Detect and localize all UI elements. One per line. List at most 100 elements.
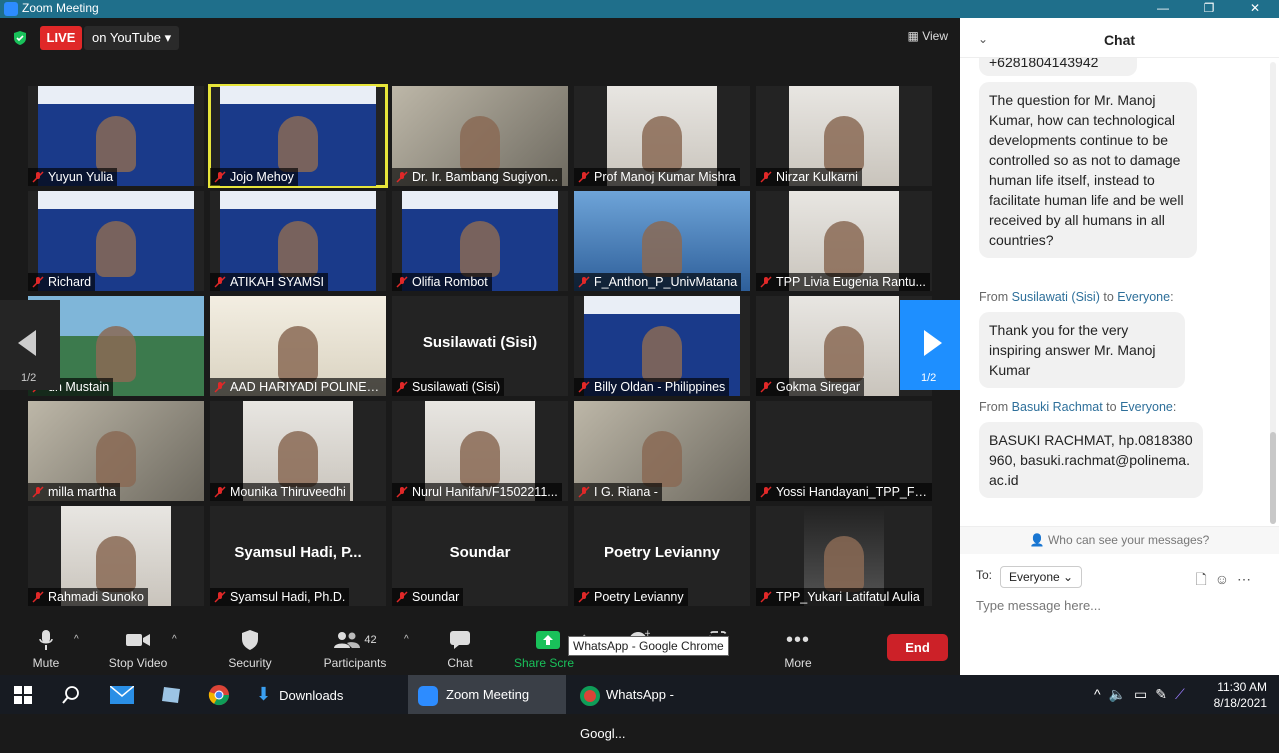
participant-name: Nurul Hanifah/F1502211... [392, 483, 562, 501]
participant-tile[interactable]: Yossi Handayani_TPP_F1... [756, 401, 932, 501]
mail-icon[interactable] [109, 675, 136, 714]
who-can-see-link[interactable]: 👤 Who can see your messages? [960, 533, 1279, 547]
person-icon: 👤 [1029, 533, 1045, 547]
participant-tile[interactable]: TPP Livia Eugenia Rantu... [756, 191, 932, 291]
taskbar-whatsapp-chrome[interactable]: WhatsApp - Googl... [572, 675, 722, 741]
app-icon[interactable] [160, 675, 186, 714]
participants-options-caret-icon[interactable]: ^ [404, 634, 412, 645]
muted-microphone-icon [32, 171, 44, 183]
participant-tile[interactable]: Yuyun Yulia [28, 86, 204, 186]
participant-silhouette [96, 326, 136, 382]
muted-microphone-icon [214, 486, 226, 498]
participant-tile[interactable]: F_Anthon_P_UnivMatana [574, 191, 750, 291]
system-clock[interactable]: 11:30 AM 8/18/2021 [1214, 679, 1267, 711]
chat-message: Thank you for the very inspiring answer … [979, 312, 1185, 388]
chat-scrollbar[interactable] [1270, 62, 1276, 524]
to-word: to [1103, 290, 1114, 304]
participant-name: Gokma Siregar [756, 378, 865, 396]
maximize-button[interactable]: ❐ [1186, 0, 1232, 18]
participant-silhouette [96, 536, 136, 592]
participant-tile[interactable]: Soundar Soundar [392, 506, 568, 606]
participant-tile[interactable]: Olifia Rombot [392, 191, 568, 291]
muted-microphone-icon [32, 591, 44, 603]
chrome-icon[interactable] [208, 675, 234, 714]
participant-silhouette [278, 221, 318, 277]
muted-microphone-icon [396, 381, 408, 393]
participant-tile[interactable]: Mounika Thiruveedhi [210, 401, 386, 501]
participant-name: Prof Manoj Kumar Mishra [574, 168, 740, 186]
video-grid: Yuyun Yulia Jojo Mehoy Dr. Ir. Bambang Sug… [28, 84, 932, 606]
end-meeting-button[interactable]: End [887, 634, 948, 661]
view-button[interactable]: ▦ View [908, 29, 948, 43]
more-options-icon[interactable]: ⋯ [1237, 571, 1259, 587]
search-icon[interactable] [62, 675, 82, 714]
stop-video-label: Stop Video [108, 656, 168, 670]
file-icon[interactable]: 🗋 [1195, 571, 1214, 587]
chat-label: Chat [447, 656, 473, 670]
sender-name[interactable]: Basuki Rachmat [1012, 400, 1103, 414]
participant-tile[interactable]: Richard [28, 191, 204, 291]
scrollbar-thumb[interactable] [1270, 432, 1276, 524]
sender-name[interactable]: Susilawati (Sisi) [1012, 290, 1100, 304]
participant-tile[interactable]: Susilawati (Sisi) Susilawati (Sisi) [392, 296, 568, 396]
participant-tile[interactable]: Nirzar Kulkarni [756, 86, 932, 186]
chat-button[interactable]: Chat [440, 628, 480, 670]
taskbar-downloads[interactable]: ⬇ Downloads [256, 675, 396, 714]
chat-bubble-icon [450, 631, 470, 649]
participant-tile[interactable]: TPP_Yukari Latifatul Aulia [756, 506, 932, 606]
muted-microphone-icon [760, 171, 772, 183]
minimize-button[interactable]: — [1140, 0, 1186, 18]
participant-tile[interactable]: Rahmadi Sunoko [28, 506, 204, 606]
participant-tile[interactable]: Prof Manoj Kumar Mishra [574, 86, 750, 186]
recipient-name[interactable]: Everyone [1117, 290, 1170, 304]
more-button[interactable]: ••• More [780, 628, 816, 671]
more-label: More [784, 656, 812, 670]
previous-page-button[interactable]: 1/2 [0, 300, 60, 390]
stop-video-button[interactable]: Stop Video [104, 628, 172, 670]
participant-tile[interactable]: Jojo Mehoy [208, 84, 388, 188]
muted-microphone-icon [578, 591, 590, 603]
video-options-caret-icon[interactable]: ^ [172, 634, 180, 645]
participant-name: Poetry Levianny [574, 588, 688, 606]
participant-tile[interactable]: I G. Riana - [574, 401, 750, 501]
clock-time: 11:30 AM [1217, 680, 1267, 694]
participant-silhouette [642, 116, 682, 172]
muted-microphone-icon [214, 381, 226, 393]
close-button[interactable]: ✕ [1232, 0, 1278, 18]
start-button[interactable] [14, 675, 38, 714]
stream-destination-dropdown[interactable]: on YouTube ▾ [84, 26, 180, 50]
recipient-name[interactable]: Everyone [1120, 400, 1173, 414]
participant-silhouette [642, 326, 682, 382]
view-label: View [922, 29, 948, 43]
participant-name: Susilawati (Sisi) [392, 378, 505, 396]
emoji-icon[interactable]: ☺ [1215, 571, 1237, 587]
stream-destination-label: on YouTube [92, 30, 161, 45]
next-page-button[interactable]: 1/2 [900, 300, 960, 390]
participant-silhouette [824, 536, 864, 592]
participant-tile[interactable]: Dr. Ir. Bambang Sugiyon... [392, 86, 568, 186]
participant-tile[interactable]: AAD HARIYADI POLINEMA [210, 296, 386, 396]
participant-tile[interactable]: ATIKAH SYAMSI [210, 191, 386, 291]
participant-tile[interactable]: Poetry Levianny Poetry Levianny [574, 506, 750, 606]
participants-button[interactable]: 42 Participants [322, 628, 388, 670]
muted-microphone-icon [214, 591, 226, 603]
participant-tile[interactable]: Syamsul Hadi, P... Syamsul Hadi, Ph.D. [210, 506, 386, 606]
page-indicator-left: 1/2 [21, 372, 37, 384]
system-tray[interactable]: ^🔈▭✎⟋ [1094, 675, 1214, 714]
security-button[interactable]: Security [224, 628, 276, 670]
recipient-dropdown[interactable]: Everyone ⌄ [1000, 566, 1083, 588]
encryption-shield-icon[interactable] [12, 30, 28, 46]
mute-button[interactable]: Mute [28, 628, 64, 670]
participant-tile[interactable]: Nurul Hanifah/F1502211... [392, 401, 568, 501]
participant-tile[interactable]: Billy Oldan - Philippines [574, 296, 750, 396]
meeting-area: LIVE on YouTube ▾ ▦ View Yuyun Yulia Jojo… [0, 18, 960, 675]
participant-tile[interactable]: milla martha [28, 401, 204, 501]
taskbar-zoom-meeting[interactable]: Zoom Meeting [408, 675, 566, 714]
chat-messages: +6281804143942 The question for Mr. Mano… [960, 58, 1270, 528]
chat-message-input[interactable]: Type message here... [976, 598, 1101, 613]
meeting-toolbar: Mute ^ Stop Video ^ Security 42 Particip… [0, 618, 960, 675]
participants-icon [334, 632, 361, 648]
audio-options-caret-icon[interactable]: ^ [74, 634, 82, 645]
participant-silhouette [96, 431, 136, 487]
muted-microphone-icon [578, 171, 590, 183]
